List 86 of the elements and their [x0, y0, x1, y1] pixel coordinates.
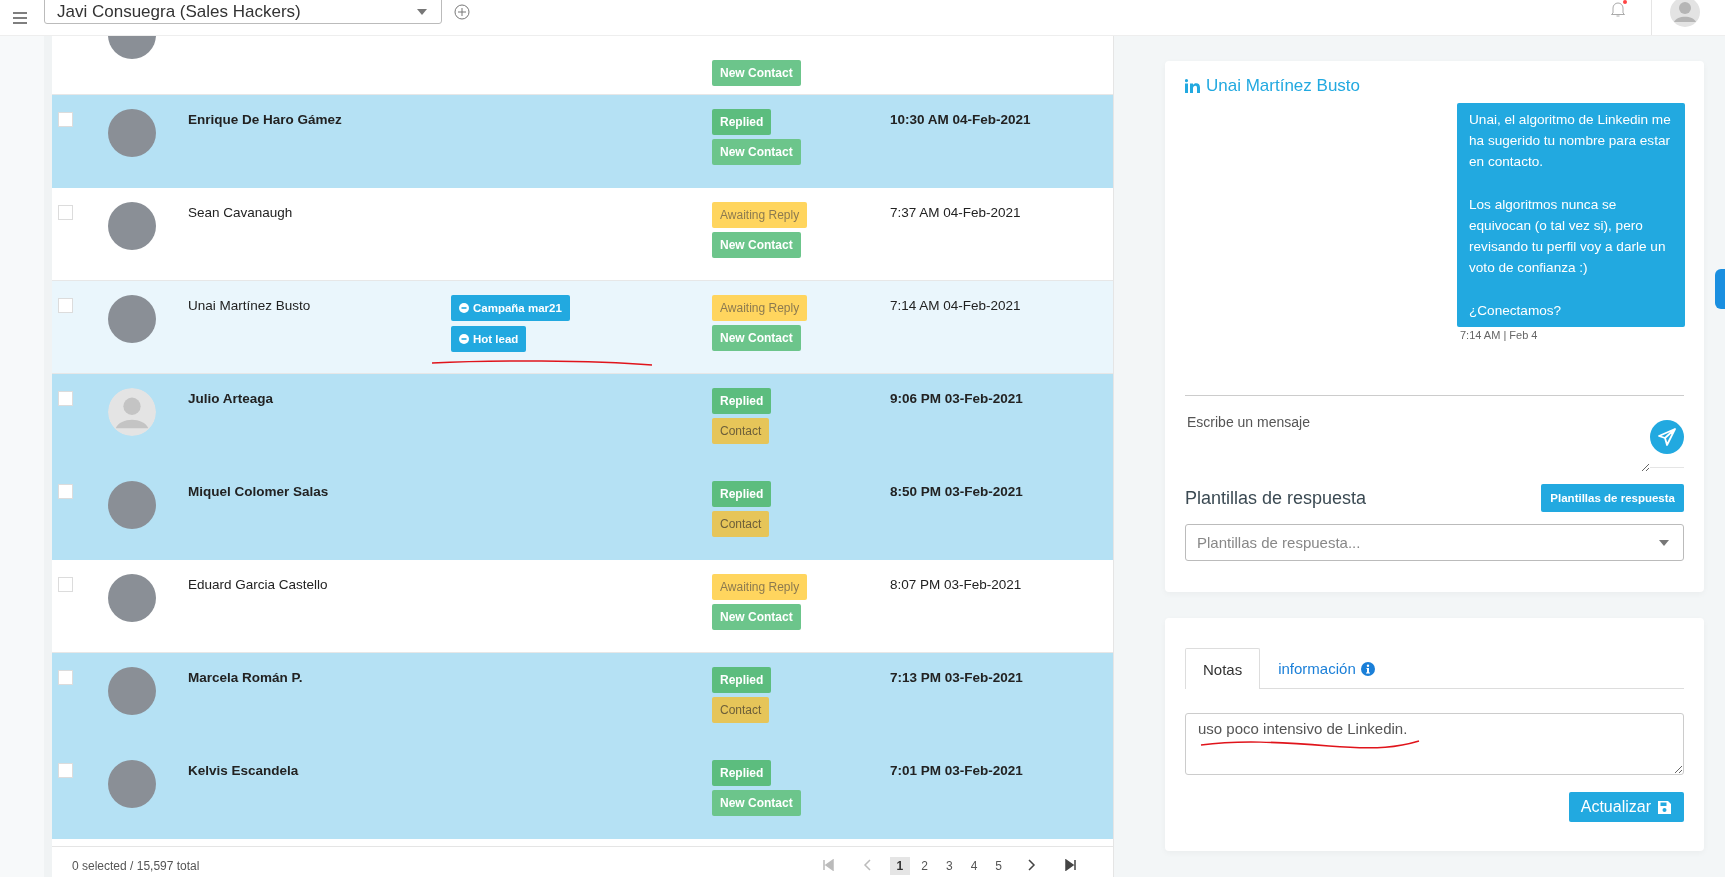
caret-icon: [1659, 539, 1669, 546]
contact-row[interactable]: Kelvis Escandela Replied New Contact 7:01 PM 03-Feb-2021: [52, 746, 1113, 839]
page-link[interactable]: 1: [889, 857, 911, 875]
status-badge: Contact: [712, 418, 770, 444]
contact-date: 9:06 PM 03-Feb-2021: [890, 390, 1023, 406]
remove-icon[interactable]: [459, 334, 469, 344]
contact-date: 8:50 PM 03-Feb-2021: [890, 483, 1023, 499]
selection-count: 0 selected / 15,597 total: [72, 859, 200, 873]
contact-name: Enrique De Haro Gámez: [188, 111, 342, 127]
status-badge: Awaiting Reply: [712, 295, 808, 321]
contact-date: 10:30 AM 04-Feb-2021: [890, 111, 1031, 127]
linkedin-logo-icon: [1185, 79, 1200, 93]
side-widget-tab[interactable]: [1715, 269, 1725, 309]
templates-select[interactable]: Plantillas de respuesta...: [1185, 524, 1684, 561]
next-page-icon[interactable]: [1025, 859, 1037, 871]
status-badge: Contact: [712, 511, 770, 537]
message-bubble: Unai, el algoritmo de Linkedin me ha sugerido tu nombre para estar en contacto. Los algoritmos nunca se equivocan (o tal vez si), pero revisando tu perfil voy a darle un voto de confianza :) ¿Conectamos?: [1457, 103, 1685, 328]
status-badge: Replied: [712, 760, 772, 786]
last-page-icon[interactable]: [1065, 859, 1077, 871]
contact-row[interactable]: Unai Martínez Busto Campaña mar21 Hot lead Awaiting Reply New Contact 7:14 AM 04-Feb-2021: [52, 281, 1113, 374]
status-badge: Replied: [712, 388, 772, 414]
notes-tab[interactable]: información: [1260, 648, 1393, 688]
account-select[interactable]: Javi Consuegra (Sales Hackers): [44, 0, 442, 24]
notes-tab[interactable]: Notas: [1185, 648, 1261, 689]
status-badge: Replied: [712, 481, 772, 507]
status-badge: New Contact: [712, 790, 801, 816]
status-badge: Replied: [712, 667, 772, 693]
previous-page-icon[interactable]: [861, 859, 874, 871]
row-checkbox[interactable]: [58, 391, 73, 406]
contact-date: 7:13 PM 03-Feb-2021: [890, 669, 1023, 685]
status-badge: New Contact: [712, 604, 801, 630]
row-checkbox[interactable]: [58, 577, 73, 592]
page-link[interactable]: 2: [914, 857, 935, 875]
contact-row[interactable]: Julio Arteaga Replied Contact 9:06 PM 03-Feb-2021: [52, 374, 1113, 467]
contact-name: Sean Cavanaugh: [188, 204, 293, 220]
status-badge: Contact: [712, 697, 770, 723]
contact-date: 8:07 PM 03-Feb-2021: [890, 576, 1022, 592]
paper-plane-icon: [1658, 428, 1676, 446]
row-checkbox[interactable]: [58, 670, 73, 685]
row-checkbox[interactable]: [58, 112, 73, 127]
page-link[interactable]: 4: [963, 857, 985, 875]
caret-icon[interactable]: [417, 8, 427, 15]
info-icon: [1360, 661, 1375, 676]
avatar-photo: [108, 202, 156, 250]
remove-icon[interactable]: [459, 303, 469, 313]
add-circle-icon[interactable]: [454, 3, 470, 20]
row-checkbox[interactable]: [58, 205, 73, 220]
send-button[interactable]: [1650, 420, 1684, 454]
contact-name: Julio Arteaga: [188, 390, 274, 406]
avatar-photo: [108, 481, 156, 529]
templates-heading: Plantillas de respuesta: [1185, 487, 1367, 509]
status-badge: Awaiting Reply: [712, 202, 808, 228]
status-badge: Awaiting Reply: [712, 574, 808, 600]
contact-name: Eduard Garcia Castello: [188, 576, 328, 592]
avatar-photo: [108, 760, 156, 808]
avatar-placeholder-icon: [108, 388, 156, 436]
contact-name: Unai Martínez Busto: [188, 297, 311, 313]
status-badge: New Contact: [712, 139, 801, 165]
status-badge: Replied: [712, 109, 772, 135]
contact-row[interactable]: Miquel Colomer Salas Replied Contact 8:50 PM 03-Feb-2021: [52, 467, 1113, 560]
avatar-photo: [108, 574, 156, 622]
row-checkbox[interactable]: [58, 298, 73, 313]
row-checkbox[interactable]: [58, 763, 73, 778]
contact-date: 7:01 PM 03-Feb-2021: [890, 762, 1023, 778]
contact-name: Kelvis Escandela: [188, 762, 299, 778]
status-badge: New Contact: [712, 60, 801, 86]
menu-icon[interactable]: [13, 11, 27, 24]
contact-name: Marcela Román P.: [188, 669, 303, 685]
contact-date: 7:37 AM 04-Feb-2021: [890, 204, 1021, 220]
avatar-photo: [108, 109, 156, 157]
message-time: 7:14 AM | Feb 4: [1459, 328, 1539, 344]
user-avatar-icon[interactable]: [1670, 0, 1700, 27]
status-badge: New Contact: [712, 232, 801, 258]
notification-bell-icon[interactable]: [1609, 0, 1627, 18]
page-link[interactable]: 5: [988, 857, 1009, 875]
row-checkbox[interactable]: [58, 484, 73, 499]
avatar-photo: [108, 667, 156, 715]
avatar-photo: [108, 295, 156, 343]
first-page-icon[interactable]: [821, 859, 834, 871]
contact-row[interactable]: Marcela Román P. Replied Contact 7:13 PM 03-Feb-2021: [52, 653, 1113, 746]
contact-date: 7:14 AM 04-Feb-2021: [890, 297, 1021, 313]
status-badge: New Contact: [712, 325, 801, 351]
contact-name: Miquel Colomer Salas: [188, 483, 329, 499]
page-link[interactable]: 3: [938, 857, 960, 875]
contact-row[interactable]: Enrique De Haro Gámez Replied New Contact 10:30 AM 04-Feb-2021: [52, 95, 1113, 188]
notes-input[interactable]: uso poco intensivo de Linkedin.: [1185, 713, 1684, 775]
